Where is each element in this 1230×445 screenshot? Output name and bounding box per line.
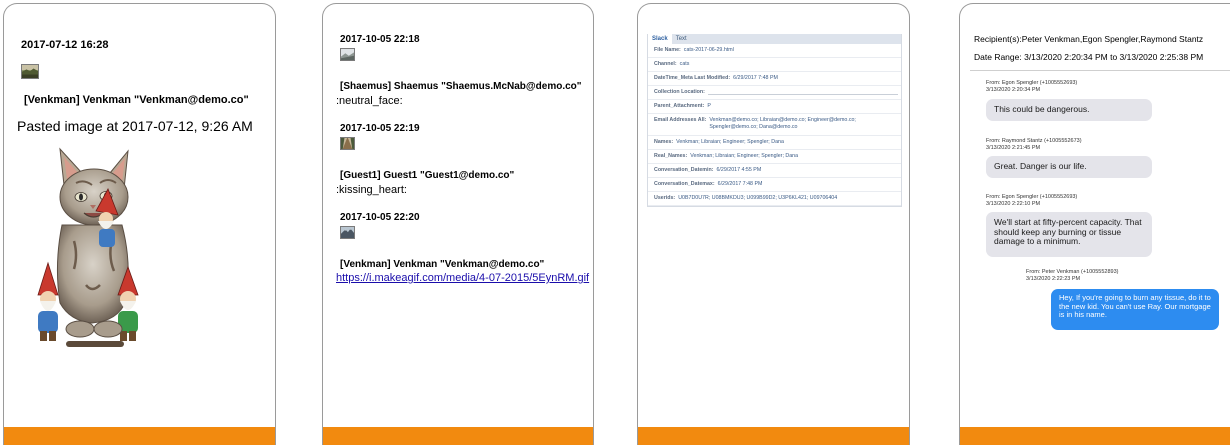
message-time: 3/13/2020 2:22:10 PM [986, 201, 1041, 207]
message-body: :neutral_face: [336, 95, 403, 107]
field-datetime-last-modified: DateTime_Meta Last Modified: 6/29/2017 7… [648, 72, 901, 86]
field-value: cats-2017-06-29.html [683, 47, 734, 53]
phone-metadata-viewer: Slack Text File Name: cats-2017-06-29.ht… [637, 3, 910, 445]
field-label: Conversation_Datemax: [654, 181, 715, 187]
message-from: From: Peter Venkman (+1005552893) [1026, 269, 1119, 275]
metadata-card: Slack Text File Name: cats-2017-06-29.ht… [647, 34, 902, 207]
message-bubble: This could be dangerous. [986, 99, 1152, 121]
message-body: https://i.makeagif.com/media/4-07-2015/5… [336, 272, 589, 284]
message-time: 3/13/2020 2:21:45 PM [986, 145, 1041, 151]
message-meta: From: Peter Venkman (+1005552893) 3/13/2… [1026, 269, 1119, 283]
field-value: U0B7D0U7R; U08BMKDU3; U099B99D2; U3P6KL4… [678, 195, 838, 201]
message-bubble: We'll start at fifty-percent capacity. T… [986, 212, 1152, 257]
field-parent-attachment: Parent_Attachment: P [648, 100, 901, 114]
phone-slack-conversation: 2017-10-05 22:18 [Shaemus] Shaemus "Shae… [322, 3, 594, 445]
message-timestamp: 2017-10-05 22:18 [340, 34, 420, 45]
field-value: cats [679, 61, 690, 67]
message-from: From: Raymond Stantz (+1005552673) [986, 138, 1082, 144]
field-label: Conversation_Datemin: [654, 167, 714, 173]
tab-bar: Slack Text [648, 34, 901, 44]
message-time: 3/13/2020 2:20:34 PM [986, 87, 1041, 93]
field-label: Email Addresses All: [654, 117, 707, 123]
cat-figurine-image[interactable] [26, 145, 154, 351]
field-label: Names: [654, 139, 674, 145]
message-from: From: Egon Spengler (+1005552693) [986, 194, 1078, 200]
field-file-name: File Name: cats-2017-06-29.html [648, 44, 901, 58]
field-value: 6/29/2017 7:48 PM [717, 181, 763, 187]
field-value: Venkman; Libraian; Engineer; Spengler; D… [676, 139, 784, 145]
tab-slack[interactable]: Slack [648, 34, 672, 44]
field-value: 6/29/2017 4:55 PM [716, 167, 762, 173]
field-names: Names: Venkman; Libraian; Engineer; Spen… [648, 136, 901, 150]
field-value: 6/29/2017 7:48 PM [733, 75, 778, 81]
message-time: 3/13/2020 2:22:23 PM [1026, 276, 1081, 282]
recipients-header: Recipient(s):Peter Venkman,Egon Spengler… [974, 34, 1204, 44]
message-meta: From: Raymond Stantz (+1005552673) 3/13/… [986, 138, 1082, 152]
message-sender: [Venkman] Venkman "Venkman@demo.co" [340, 259, 545, 270]
image-thumbnail[interactable] [340, 226, 355, 239]
header-divider [970, 70, 1230, 71]
message-body: :kissing_heart: [336, 184, 407, 196]
image-caption: Pasted image at 2017-07-12, 9:26 AM [17, 118, 253, 134]
field-collection-location: Collection Location: [648, 86, 901, 100]
field-conversation-datemin: Conversation_Datemin: 6/29/2017 4:55 PM [648, 164, 901, 178]
field-value: P [707, 103, 711, 109]
image-thumbnail[interactable] [340, 137, 355, 150]
footer-bar [323, 427, 593, 445]
field-email-addresses: Email Addresses All: Venkman@demo.co; Li… [648, 114, 901, 136]
field-label: Channel: [654, 61, 677, 67]
field-userids: Userids: U0B7D0U7R; U08BMKDU3; U099B99D2… [648, 192, 901, 206]
message-sender: [Shaemus] Shaemus "Shaemus.McNab@demo.co… [340, 81, 582, 92]
message-timestamp: 2017-07-12 16:28 [21, 39, 109, 51]
field-label: Real_Names: [654, 153, 688, 159]
message-from: From: Egon Spengler (+1005552693) [986, 80, 1078, 86]
message-meta: From: Egon Spengler (+1005552693) 3/13/2… [986, 80, 1077, 94]
empty-value-line [707, 94, 898, 95]
field-label: Parent_Attachment: [654, 103, 705, 109]
message-timestamp: 2017-10-05 22:20 [340, 212, 420, 223]
footer-bar [638, 427, 909, 445]
message-sender: [Guest1] Guest1 "Guest1@demo.co" [340, 170, 515, 181]
message-sender: [Venkman] Venkman "Venkman@demo.co" [24, 94, 249, 106]
image-thumbnail[interactable] [21, 64, 39, 79]
field-conversation-datemax: Conversation_Datemax: 6/29/2017 7:48 PM [648, 178, 901, 192]
footer-bar [960, 427, 1230, 445]
field-label: File Name: [654, 47, 681, 53]
phone-slack-image-message: 2017-07-12 16:28 [Venkman] Venkman "Venk… [3, 3, 276, 445]
field-label: DateTime_Meta Last Modified: [654, 75, 731, 81]
image-thumbnail[interactable] [340, 48, 355, 61]
field-value: Venkman; Libraian; Engineer; Spengler; D… [690, 153, 799, 159]
footer-bar [4, 427, 275, 445]
date-range-header: Date Range: 3/13/2020 2:20:34 PM to 3/13… [974, 52, 1204, 62]
field-channel: Channel: cats [648, 58, 901, 72]
field-real-names: Real_Names: Venkman; Libraian; Engineer;… [648, 150, 901, 164]
message-meta: From: Egon Spengler (+1005552693) 3/13/2… [986, 194, 1077, 208]
field-label: Userids: [654, 195, 676, 201]
phone-sms-conversation: Recipient(s):Peter Venkman,Egon Spengler… [959, 3, 1230, 445]
message-bubble: Hey, If you're going to burn any tissue,… [1051, 289, 1219, 330]
gif-link[interactable]: https://i.makeagif.com/media/4-07-2015/5… [336, 272, 589, 284]
field-label: Collection Location: [654, 89, 705, 95]
message-bubble: Great. Danger is our life. [986, 156, 1152, 178]
tab-text[interactable]: Text [672, 34, 691, 44]
message-timestamp: 2017-10-05 22:19 [340, 123, 420, 134]
field-value: Venkman@demo.co; Libraian@demo.co; Engin… [709, 117, 856, 130]
